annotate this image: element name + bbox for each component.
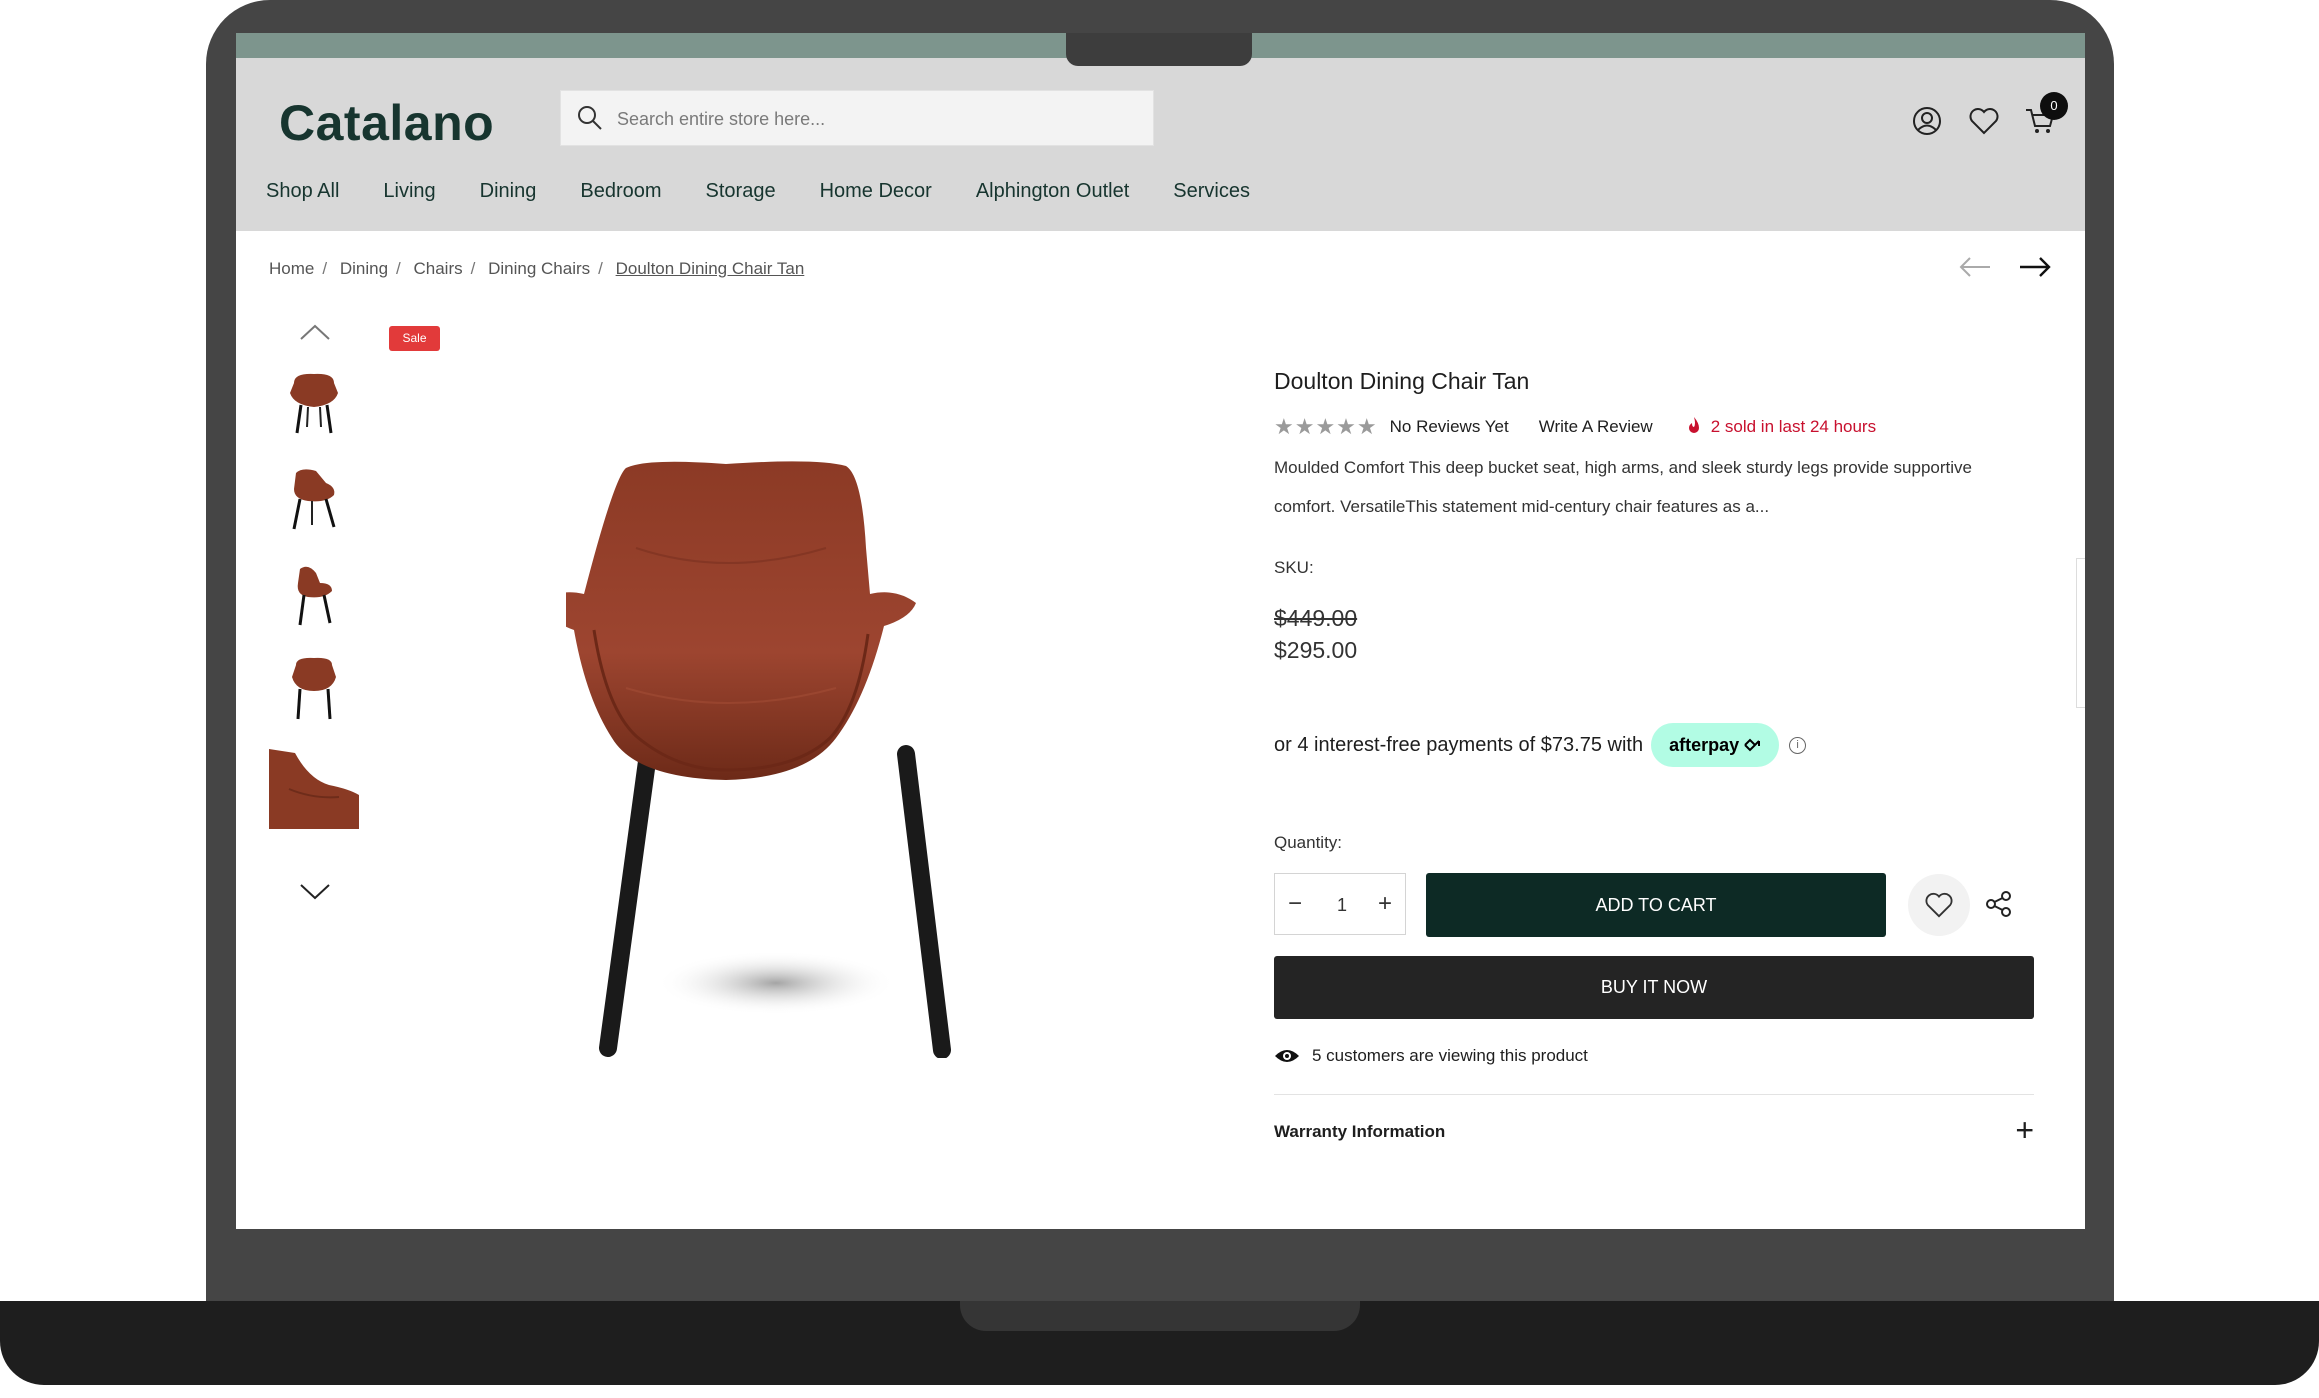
afterpay-brand: afterpay: [1669, 735, 1740, 755]
divider: [1274, 1094, 2034, 1095]
write-review-link[interactable]: Write A Review: [1539, 417, 1653, 437]
nav-item-shop-all[interactable]: Shop All: [266, 180, 339, 203]
nav-item-storage[interactable]: Storage: [706, 180, 776, 203]
quantity-increase-button[interactable]: +: [1365, 874, 1405, 934]
quantity-label: Quantity:: [1274, 833, 1343, 852]
thumbnail-front[interactable]: [269, 363, 359, 443]
afterpay-info: or 4 interest-free payments of $73.75 wi…: [1274, 723, 1807, 767]
product-title: Doulton Dining Chair Tan: [1274, 368, 1530, 394]
camera-notch: [1066, 33, 1252, 66]
account-icon[interactable]: [1912, 106, 1942, 141]
sale-badge: Sale: [389, 326, 440, 351]
product-description: Moulded Comfort This deep bucket seat, h…: [1274, 458, 1972, 516]
nav-item-home-decor[interactable]: Home Decor: [820, 180, 932, 203]
warranty-accordion[interactable]: Warranty Information +: [1274, 1112, 2034, 1152]
add-to-wishlist-button[interactable]: [1908, 874, 1970, 936]
product-main-image[interactable]: [546, 398, 1066, 1059]
eye-icon: [1275, 1050, 1299, 1062]
nav-item-alphington-outlet[interactable]: Alphington Outlet: [976, 180, 1129, 203]
share-icon[interactable]: [1985, 890, 2013, 923]
search-input[interactable]: [615, 91, 1139, 147]
reviews-count: No Reviews Yet: [1389, 417, 1509, 436]
sold-text: 2 sold in last 24 hours: [1710, 417, 1877, 436]
info-icon[interactable]: i: [1789, 736, 1807, 754]
flame-icon: [1688, 417, 1699, 433]
side-toolbar-tab[interactable]: [2076, 558, 2085, 708]
viewers-notice: 5 customers are viewing this product: [1274, 1046, 1588, 1066]
nav-item-bedroom[interactable]: Bedroom: [580, 180, 661, 203]
sku-label: SKU:: [1274, 558, 1314, 577]
heart-icon: [1925, 892, 1953, 918]
buy-it-now-button[interactable]: BUY IT NOW: [1274, 956, 2034, 1019]
original-price: $449.00: [1274, 605, 1358, 631]
wishlist-icon[interactable]: [1968, 106, 2000, 141]
afterpay-loop-icon: [1744, 738, 1761, 752]
breadcrumb-separator: /: [322, 259, 328, 278]
next-product-arrow-icon[interactable]: [2018, 255, 2052, 284]
site-logo[interactable]: Catalano: [279, 94, 494, 152]
breadcrumb-chairs[interactable]: Chairs: [414, 259, 463, 278]
site-header: Catalano 0 Shop All Living Dining Bedroo…: [236, 58, 2085, 231]
thumbnail-angle[interactable]: [269, 459, 359, 539]
laptop-base-notch: [960, 1301, 1360, 1331]
thumbnail-side[interactable]: [269, 555, 359, 635]
chevron-down-icon[interactable]: [299, 883, 331, 906]
search-bar[interactable]: [560, 90, 1154, 147]
breadcrumb-current: Doulton Dining Chair Tan: [615, 259, 805, 278]
nav-item-living[interactable]: Living: [383, 180, 435, 203]
search-icon[interactable]: [576, 104, 604, 137]
breadcrumb-separator: /: [470, 259, 476, 278]
breadcrumb-home[interactable]: Home: [269, 259, 314, 278]
sale-price: $295.00: [1274, 637, 1358, 663]
warranty-title: Warranty Information: [1274, 1122, 1446, 1141]
quantity-decrease-button[interactable]: −: [1275, 874, 1315, 934]
thumbnail-detail[interactable]: [269, 749, 359, 829]
nav-item-services[interactable]: Services: [1173, 180, 1250, 203]
quantity-input[interactable]: [1315, 874, 1369, 936]
breadcrumb: Home / Dining / Chairs / Dining Chairs / Dou…: [269, 259, 810, 279]
main-nav: Shop All Living Dining Bedroom Storage H…: [266, 180, 1294, 203]
sold-indicator: 2 sold in last 24 hours: [1685, 416, 1876, 438]
plus-icon[interactable]: +: [2015, 1112, 2034, 1149]
breadcrumb-separator: /: [598, 259, 603, 278]
breadcrumb-dining-chairs[interactable]: Dining Chairs: [488, 259, 590, 278]
afterpay-logo[interactable]: afterpay: [1651, 723, 1780, 767]
thumbnail-back[interactable]: [269, 649, 359, 729]
breadcrumb-separator: /: [396, 259, 401, 278]
add-to-cart-button[interactable]: ADD TO CART: [1426, 873, 1886, 937]
viewers-text: 5 customers are viewing this product: [1312, 1046, 1588, 1065]
nav-item-dining[interactable]: Dining: [480, 180, 537, 203]
chevron-up-icon[interactable]: [299, 323, 331, 346]
rating-row: ★★★★★ No Reviews Yet Write A Review 2 so…: [1274, 414, 1876, 440]
breadcrumb-dining[interactable]: Dining: [340, 259, 388, 278]
star-rating-icon: ★★★★★: [1274, 414, 1378, 439]
previous-product-arrow-icon[interactable]: [1958, 255, 1992, 284]
cart-count-badge: 0: [2040, 92, 2068, 120]
browser-viewport: Catalano 0 Shop All Living Dining Bedroo…: [236, 33, 2085, 1229]
quantity-stepper: − +: [1274, 873, 1406, 936]
afterpay-text: or 4 interest-free payments of $73.75 wi…: [1274, 733, 1644, 756]
